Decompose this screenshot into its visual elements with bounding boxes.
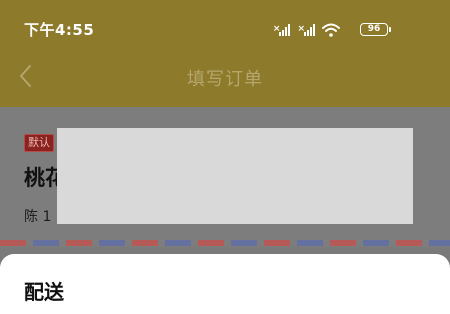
status-time: 下午4:55 xyxy=(24,21,95,39)
envelope-stripe-divider xyxy=(0,240,450,246)
nav-bar: 填写订单 xyxy=(0,56,450,96)
bottom-sheet: 配送 xyxy=(0,254,450,314)
signal-icon: × xyxy=(273,24,291,36)
battery-level: 96 xyxy=(367,24,381,34)
page-title: 填写订单 xyxy=(187,69,263,90)
battery-cap xyxy=(389,27,391,32)
status-icons: × × xyxy=(273,22,340,38)
battery-icon: 96 xyxy=(360,23,388,36)
contact-line: 陈 1 xyxy=(24,209,52,225)
default-badge: 默认 xyxy=(24,134,54,152)
header: 下午4:55 × × 96 填写订单 xyxy=(0,0,450,107)
status-bar: 下午4:55 × × 96 xyxy=(0,0,450,60)
signal-icon: × xyxy=(297,24,315,36)
redaction-box xyxy=(57,128,413,224)
sheet-title: 配送 xyxy=(24,280,64,304)
wifi-icon xyxy=(322,23,340,37)
